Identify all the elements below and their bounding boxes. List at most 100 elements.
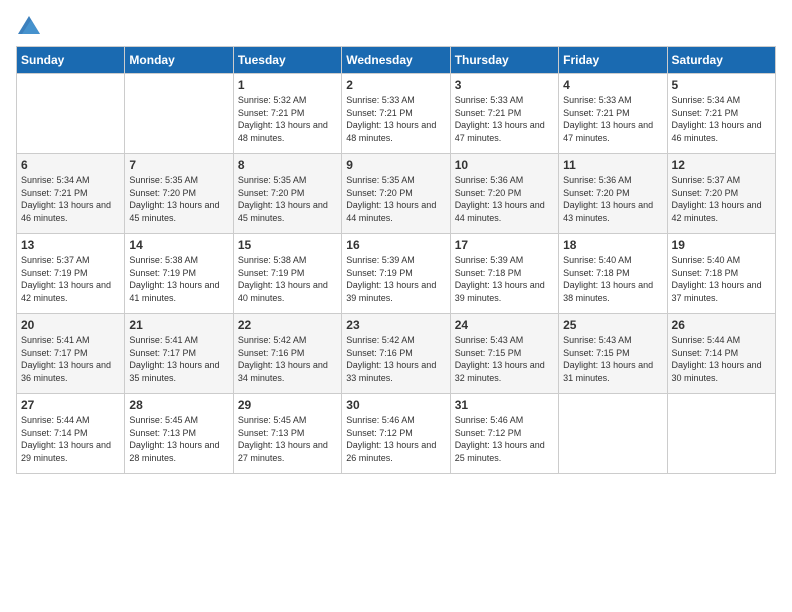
cell-info: Sunrise: 5:35 AM Sunset: 7:20 PM Dayligh… xyxy=(346,174,445,224)
cell-info: Sunrise: 5:43 AM Sunset: 7:15 PM Dayligh… xyxy=(563,334,662,384)
calendar-cell: 14 Sunrise: 5:38 AM Sunset: 7:19 PM Dayli… xyxy=(125,234,233,314)
calendar-cell: 15 Sunrise: 5:38 AM Sunset: 7:19 PM Dayli… xyxy=(233,234,341,314)
cell-info: Sunrise: 5:36 AM Sunset: 7:20 PM Dayligh… xyxy=(455,174,554,224)
cell-info: Sunrise: 5:39 AM Sunset: 7:18 PM Dayligh… xyxy=(455,254,554,304)
cell-info: Sunrise: 5:46 AM Sunset: 7:12 PM Dayligh… xyxy=(346,414,445,464)
cell-info: Sunrise: 5:37 AM Sunset: 7:19 PM Dayligh… xyxy=(21,254,120,304)
day-header-tuesday: Tuesday xyxy=(233,47,341,74)
day-number: 13 xyxy=(21,238,120,252)
day-number: 7 xyxy=(129,158,228,172)
day-number: 14 xyxy=(129,238,228,252)
cell-info: Sunrise: 5:45 AM Sunset: 7:13 PM Dayligh… xyxy=(238,414,337,464)
calendar-body: 1 Sunrise: 5:32 AM Sunset: 7:21 PM Daylig… xyxy=(17,74,776,474)
calendar-cell xyxy=(17,74,125,154)
calendar-cell: 24Sunrise: 5:43 AM Sunset: 7:15 PM Dayli… xyxy=(450,314,558,394)
calendar-cell: 9 Sunrise: 5:35 AM Sunset: 7:20 PM Daylig… xyxy=(342,154,450,234)
cell-info: Sunrise: 5:37 AM Sunset: 7:20 PM Dayligh… xyxy=(672,174,771,224)
day-number: 30 xyxy=(346,398,445,412)
cell-info: Sunrise: 5:40 AM Sunset: 7:18 PM Dayligh… xyxy=(672,254,771,304)
day-header-saturday: Saturday xyxy=(667,47,775,74)
day-number: 18 xyxy=(563,238,662,252)
calendar-cell: 23 Sunrise: 5:42 AM Sunset: 7:16 PM Dayli… xyxy=(342,314,450,394)
cell-info: Sunrise: 5:40 AM Sunset: 7:18 PM Dayligh… xyxy=(563,254,662,304)
day-header-friday: Friday xyxy=(559,47,667,74)
day-number: 8 xyxy=(238,158,337,172)
day-header-thursday: Thursday xyxy=(450,47,558,74)
calendar-cell: 10 Sunrise: 5:36 AM Sunset: 7:20 PM Dayli… xyxy=(450,154,558,234)
calendar-week-row: 27Sunrise: 5:44 AM Sunset: 7:14 PM Dayli… xyxy=(17,394,776,474)
cell-info: Sunrise: 5:41 AM Sunset: 7:17 PM Dayligh… xyxy=(129,334,228,384)
calendar-header-row: SundayMondayTuesdayWednesdayThursdayFrid… xyxy=(17,47,776,74)
cell-info: Sunrise: 5:43 AM Sunset: 7:15 PM Dayligh… xyxy=(455,334,554,384)
logo-icon xyxy=(18,16,40,34)
day-number: 28 xyxy=(129,398,228,412)
cell-info: Sunrise: 5:42 AM Sunset: 7:16 PM Dayligh… xyxy=(238,334,337,384)
day-header-wednesday: Wednesday xyxy=(342,47,450,74)
calendar-cell: 22 Sunrise: 5:42 AM Sunset: 7:16 PM Dayli… xyxy=(233,314,341,394)
calendar-cell xyxy=(125,74,233,154)
day-header-sunday: Sunday xyxy=(17,47,125,74)
day-number: 27 xyxy=(21,398,120,412)
calendar-cell: 5Sunrise: 5:34 AM Sunset: 7:21 PM Daylig… xyxy=(667,74,775,154)
day-number: 21 xyxy=(129,318,228,332)
cell-info: Sunrise: 5:41 AM Sunset: 7:17 PM Dayligh… xyxy=(21,334,120,384)
calendar-cell xyxy=(667,394,775,474)
day-number: 10 xyxy=(455,158,554,172)
day-number: 25 xyxy=(563,318,662,332)
calendar-cell xyxy=(559,394,667,474)
calendar-week-row: 13 Sunrise: 5:37 AM Sunset: 7:19 PM Dayli… xyxy=(17,234,776,314)
calendar-cell: 3 Sunrise: 5:33 AM Sunset: 7:21 PM Daylig… xyxy=(450,74,558,154)
cell-info: Sunrise: 5:35 AM Sunset: 7:20 PM Dayligh… xyxy=(129,174,228,224)
day-number: 15 xyxy=(238,238,337,252)
calendar-cell: 30 Sunrise: 5:46 AM Sunset: 7:12 PM Dayli… xyxy=(342,394,450,474)
day-header-monday: Monday xyxy=(125,47,233,74)
cell-info: Sunrise: 5:34 AM Sunset: 7:21 PM Dayligh… xyxy=(21,174,120,224)
calendar-cell: 4 Sunrise: 5:33 AM Sunset: 7:21 PM Daylig… xyxy=(559,74,667,154)
cell-info: Sunrise: 5:44 AM Sunset: 7:14 PM Dayligh… xyxy=(672,334,771,384)
calendar-cell: 25 Sunrise: 5:43 AM Sunset: 7:15 PM Dayli… xyxy=(559,314,667,394)
day-number: 9 xyxy=(346,158,445,172)
calendar-week-row: 1 Sunrise: 5:32 AM Sunset: 7:21 PM Daylig… xyxy=(17,74,776,154)
day-number: 11 xyxy=(563,158,662,172)
cell-info: Sunrise: 5:38 AM Sunset: 7:19 PM Dayligh… xyxy=(129,254,228,304)
logo xyxy=(16,16,40,34)
cell-info: Sunrise: 5:42 AM Sunset: 7:16 PM Dayligh… xyxy=(346,334,445,384)
day-number: 20 xyxy=(21,318,120,332)
calendar-cell: 7 Sunrise: 5:35 AM Sunset: 7:20 PM Daylig… xyxy=(125,154,233,234)
calendar-cell: 17 Sunrise: 5:39 AM Sunset: 7:18 PM Dayli… xyxy=(450,234,558,314)
calendar-cell: 6 Sunrise: 5:34 AM Sunset: 7:21 PM Daylig… xyxy=(17,154,125,234)
calendar-cell: 2Sunrise: 5:33 AM Sunset: 7:21 PM Daylig… xyxy=(342,74,450,154)
calendar-cell: 20 Sunrise: 5:41 AM Sunset: 7:17 PM Dayli… xyxy=(17,314,125,394)
day-number: 1 xyxy=(238,78,337,92)
day-number: 6 xyxy=(21,158,120,172)
cell-info: Sunrise: 5:36 AM Sunset: 7:20 PM Dayligh… xyxy=(563,174,662,224)
cell-info: Sunrise: 5:33 AM Sunset: 7:21 PM Dayligh… xyxy=(455,94,554,144)
day-number: 23 xyxy=(346,318,445,332)
cell-info: Sunrise: 5:45 AM Sunset: 7:13 PM Dayligh… xyxy=(129,414,228,464)
day-number: 4 xyxy=(563,78,662,92)
cell-info: Sunrise: 5:38 AM Sunset: 7:19 PM Dayligh… xyxy=(238,254,337,304)
calendar-cell: 11 Sunrise: 5:36 AM Sunset: 7:20 PM Dayli… xyxy=(559,154,667,234)
header xyxy=(16,16,776,34)
cell-info: Sunrise: 5:46 AM Sunset: 7:12 PM Dayligh… xyxy=(455,414,554,464)
calendar-cell: 21 Sunrise: 5:41 AM Sunset: 7:17 PM Dayli… xyxy=(125,314,233,394)
calendar-cell: 8Sunrise: 5:35 AM Sunset: 7:20 PM Daylig… xyxy=(233,154,341,234)
calendar-cell: 27Sunrise: 5:44 AM Sunset: 7:14 PM Dayli… xyxy=(17,394,125,474)
calendar-cell: 19 Sunrise: 5:40 AM Sunset: 7:18 PM Dayli… xyxy=(667,234,775,314)
day-number: 26 xyxy=(672,318,771,332)
cell-info: Sunrise: 5:34 AM Sunset: 7:21 PM Dayligh… xyxy=(672,94,771,144)
calendar-cell: 31Sunrise: 5:46 AM Sunset: 7:12 PM Dayli… xyxy=(450,394,558,474)
day-number: 17 xyxy=(455,238,554,252)
day-number: 29 xyxy=(238,398,337,412)
day-number: 3 xyxy=(455,78,554,92)
cell-info: Sunrise: 5:33 AM Sunset: 7:21 PM Dayligh… xyxy=(563,94,662,144)
calendar-cell: 16Sunrise: 5:39 AM Sunset: 7:19 PM Dayli… xyxy=(342,234,450,314)
day-number: 19 xyxy=(672,238,771,252)
day-number: 22 xyxy=(238,318,337,332)
day-number: 2 xyxy=(346,78,445,92)
calendar-cell: 12 Sunrise: 5:37 AM Sunset: 7:20 PM Dayli… xyxy=(667,154,775,234)
calendar-cell: 26 Sunrise: 5:44 AM Sunset: 7:14 PM Dayli… xyxy=(667,314,775,394)
cell-info: Sunrise: 5:32 AM Sunset: 7:21 PM Dayligh… xyxy=(238,94,337,144)
calendar-cell: 28 Sunrise: 5:45 AM Sunset: 7:13 PM Dayli… xyxy=(125,394,233,474)
day-number: 12 xyxy=(672,158,771,172)
